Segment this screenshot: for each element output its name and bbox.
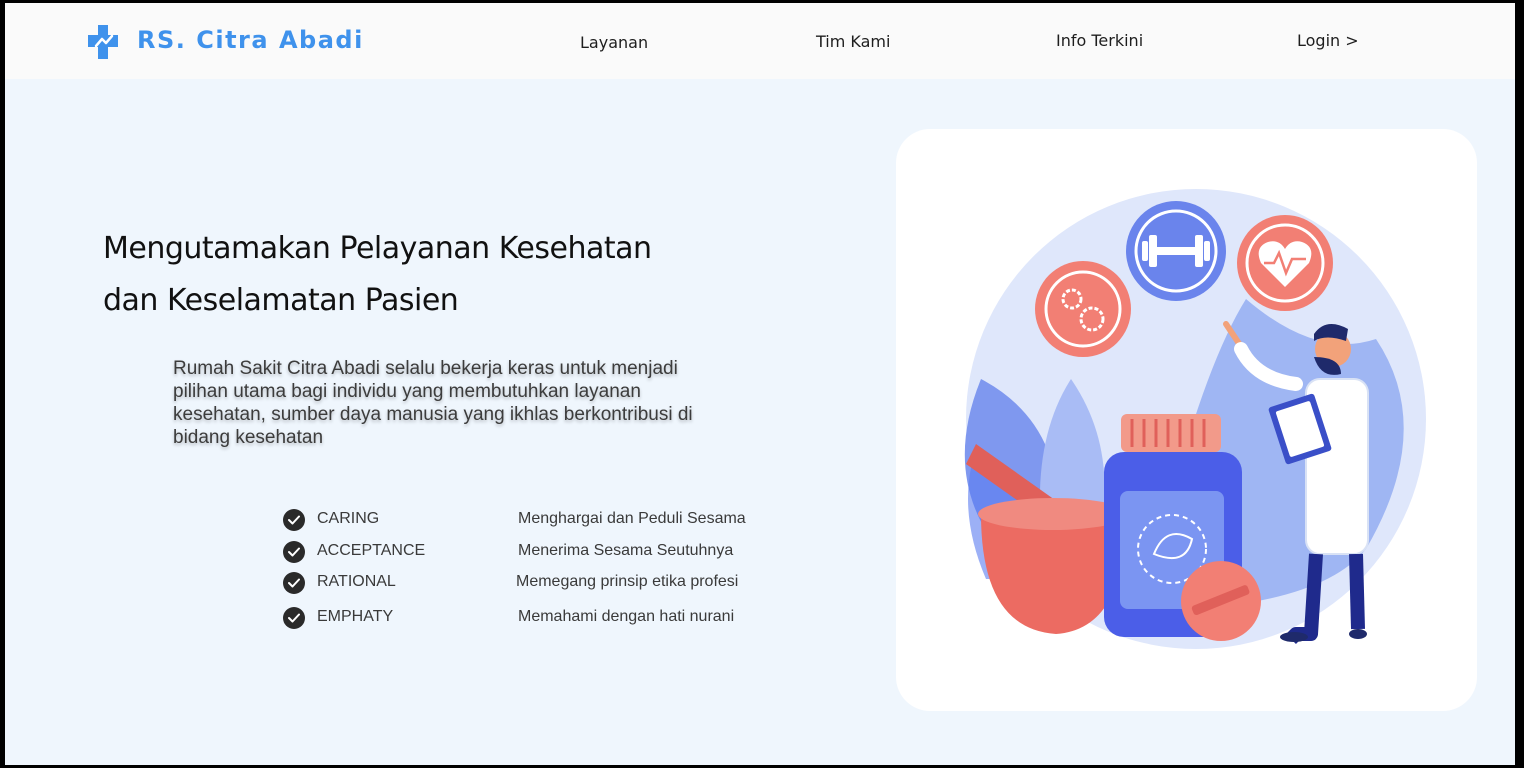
page: RS. Citra Abadi Layanan Tim Kami Info Te… [5,3,1515,765]
value-name: RATIONAL [317,573,396,590]
value-name: ACCEPTANCE [317,542,426,559]
value-name: EMPHATY [317,608,394,625]
brand-name[interactable]: RS. Citra Abadi [137,26,364,54]
medical-cross-icon[interactable] [87,23,119,61]
value-row-caring: CARING Menghargai dan Peduli Sesama [283,507,763,533]
check-circle-icon [283,607,305,629]
illustration-card [896,129,1477,711]
nav-info-terkini[interactable]: Info Terkini [1056,31,1143,50]
value-description: Menghargai dan Peduli Sesama [518,510,746,527]
hero-headline: Mengutamakan Pelayanan Kesehatan dan Kes… [103,223,723,327]
value-description: Memahami dengan hati nurani [518,608,735,625]
headline-line-2: dan Keselamatan Pasien [103,283,459,318]
check-circle-icon [283,509,305,531]
bottle-cap [1121,414,1221,452]
value-description: Menerima Sesama Seutuhnya [518,542,734,559]
value-row-emphaty: EMPHATY Memahami dengan hati nurani [283,605,763,631]
nav-layanan[interactable]: Layanan [580,33,648,52]
check-circle-icon [283,541,305,563]
check-circle-icon [283,572,305,594]
value-row-rational: RATIONAL Memegang prinsip etika profesi [283,570,763,596]
site-header: RS. Citra Abadi Layanan Tim Kami Info Te… [5,3,1515,79]
nav-login[interactable]: Login > [1297,31,1359,50]
core-values-list: CARING Menghargai dan Peduli Sesama ACCE… [283,503,763,633]
hero-description: Rumah Sakit Citra Abadi selalu bekerja k… [173,358,693,448]
nav-tim-kami[interactable]: Tim Kami [816,32,890,51]
gear-bubble-icon [1035,261,1131,357]
headline-line-1: Mengutamakan Pelayanan Kesehatan [103,231,652,266]
value-name: CARING [317,510,380,527]
value-description: Memegang prinsip etika profesi [516,573,739,590]
doctor-medicine-illustration [964,189,1426,649]
value-row-acceptance: ACCEPTANCE Menerima Sesama Seutuhnya [283,539,763,565]
